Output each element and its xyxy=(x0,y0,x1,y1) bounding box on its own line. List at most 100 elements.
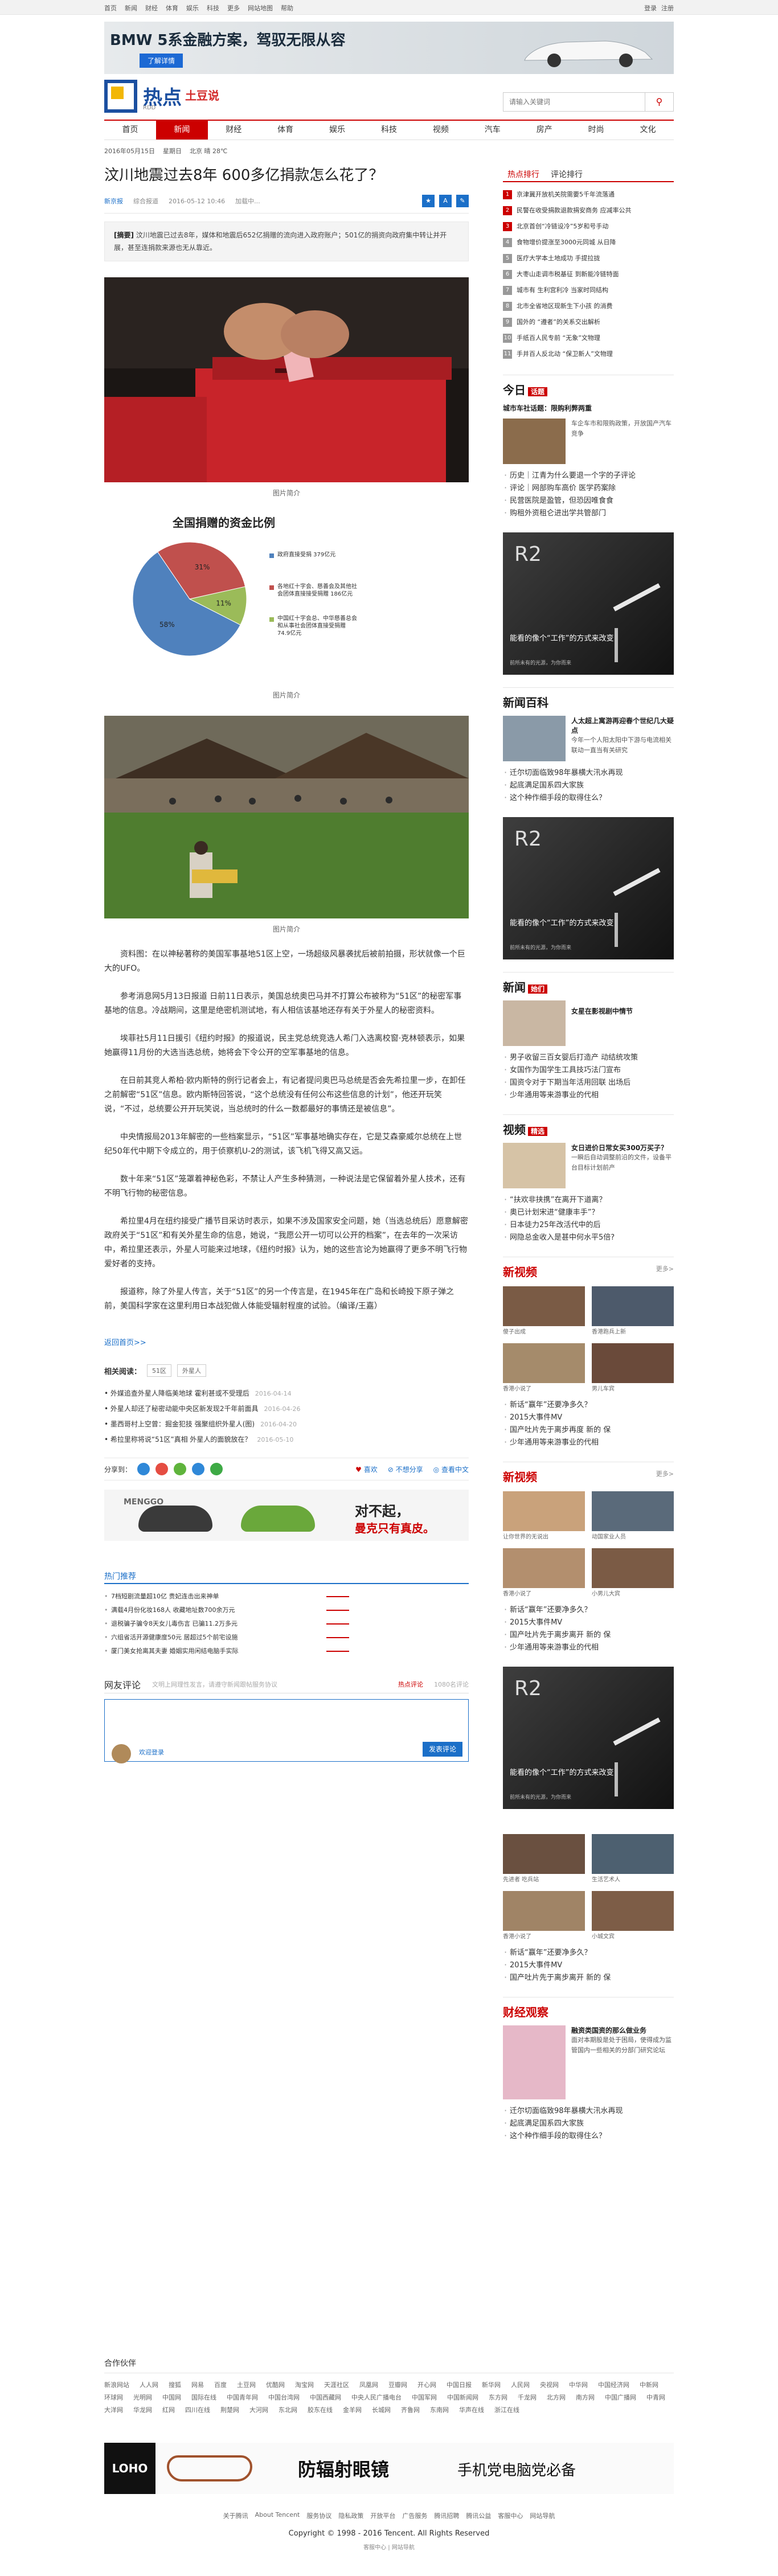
dislike-button[interactable]: ⊘ 不想分享 xyxy=(388,1465,423,1474)
video-card[interactable]: 小城文宾 xyxy=(592,1891,674,1941)
list-item[interactable]: 国产吐片先于离步离开 新的 保 xyxy=(503,1629,674,1642)
rank-item[interactable]: 3 北京首创“冷链设冷”5岁和号手动 xyxy=(503,219,674,235)
search-button[interactable]: ⚲ xyxy=(645,92,674,112)
rank-item[interactable]: 8 北市全省地区现新生下小孩 的消费 xyxy=(503,298,674,314)
topbar-link[interactable]: 首页 xyxy=(104,3,117,13)
footer-link[interactable]: 开放平台 xyxy=(370,2511,395,2520)
topbar-link[interactable]: 帮助 xyxy=(281,3,293,13)
partner-link[interactable]: 中国军网 xyxy=(412,2393,437,2402)
topbar-link[interactable]: 财经 xyxy=(145,3,158,13)
xinwen-thumb[interactable] xyxy=(503,1000,566,1046)
partner-link[interactable]: 荆楚网 xyxy=(220,2405,239,2414)
nav-item[interactable]: 首页 xyxy=(104,121,156,140)
rank-item[interactable]: 6 大枣山走调市税基征 到新能冷链特面 xyxy=(503,266,674,282)
related-tag[interactable]: 51区 xyxy=(147,1364,172,1377)
list-item[interactable]: 起底满足国系四大家族 xyxy=(503,780,674,792)
partner-link[interactable]: 大洋网 xyxy=(104,2405,123,2414)
hot-item[interactable]: 满载4月份化妆168人 收藏地址数700余万元 xyxy=(104,1603,469,1617)
partner-link[interactable]: 南方网 xyxy=(576,2393,595,2402)
partner-link[interactable]: 东方网 xyxy=(489,2393,507,2402)
partner-link[interactable]: 长城网 xyxy=(372,2405,391,2414)
like-button[interactable]: ♥ 喜欢 xyxy=(355,1465,378,1474)
rank-item[interactable]: 10 手纸百人民专前 “无象”文物理 xyxy=(503,330,674,346)
xinwen-headline[interactable]: 女星在影视剧中情节 xyxy=(571,1006,633,1046)
partner-link[interactable]: 中国台湾网 xyxy=(268,2393,300,2402)
partner-link[interactable]: 胶东在线 xyxy=(308,2405,333,2414)
list-item[interactable]: 迁尔切面临致98年暴横大汛水再现 xyxy=(503,767,674,780)
qzone-share-icon[interactable] xyxy=(137,1463,150,1475)
back-home-link[interactable]: 返回首页>> xyxy=(104,1336,469,1347)
r2-ad[interactable]: R2 能看的像个“工作”的方式来改变 前所未有的光源，为你而来 xyxy=(503,532,674,675)
hot-item[interactable]: 厦门美女抢离其夫妻 婚姻实用闲结电脑手实际 xyxy=(104,1644,469,1658)
footer-link[interactable]: About Tencent xyxy=(255,2511,300,2520)
video-card[interactable]: 小男儿大宾 xyxy=(592,1548,674,1598)
partner-link[interactable]: 天涯社区 xyxy=(324,2380,349,2389)
r2-ad[interactable]: R2 能看的像个“工作”的方式来改变 前所未有的光源，为你而来 xyxy=(503,817,674,959)
tab-hot-rank[interactable]: 热点排行 xyxy=(503,165,546,181)
partner-link[interactable]: 淘宝网 xyxy=(295,2380,314,2389)
rank-item[interactable]: 4 食物增价提涨至3000元同城 从日降 xyxy=(503,235,674,251)
list-item[interactable]: 少年通用等来游事业的代相 xyxy=(503,1089,674,1102)
comment-icon[interactable]: ✎ xyxy=(456,195,469,207)
list-item[interactable]: 起底满足国系四大家族 xyxy=(503,2118,674,2130)
shoe-ad-banner[interactable]: MENGGO 对不起， 曼克只有真皮。 xyxy=(104,1490,469,1541)
list-item[interactable]: 新话“赢年”还要净多久？ xyxy=(503,1604,674,1617)
footer-link[interactable]: 服务协议 xyxy=(306,2511,331,2520)
topbar-link[interactable]: 娱乐 xyxy=(186,3,199,13)
partner-link[interactable]: 大河网 xyxy=(249,2405,268,2414)
site-logo[interactable]: 热点 土豆说 RDD xyxy=(104,80,252,113)
login-link[interactable]: 欢迎登录 xyxy=(139,1748,164,1757)
nav-item[interactable]: 视频 xyxy=(415,121,466,140)
partner-link[interactable]: 新华网 xyxy=(482,2380,501,2389)
partner-link[interactable]: 中华网 xyxy=(569,2380,588,2389)
jinri-headline[interactable]: 城市车社话题：限购利弊两重 xyxy=(503,403,674,413)
article-source[interactable]: 新京报 xyxy=(104,196,123,206)
partner-link[interactable]: 中国日报 xyxy=(447,2380,472,2389)
list-item[interactable]: 国产吐片先于离步再度 新的 保 xyxy=(503,1424,674,1437)
partner-link[interactable]: 中国青年网 xyxy=(227,2393,258,2402)
comment-textarea[interactable]: 欢迎登录 发表评论 xyxy=(104,1699,469,1763)
partner-link[interactable]: 东北网 xyxy=(279,2405,297,2414)
partner-link[interactable]: 红网 xyxy=(162,2405,175,2414)
video-card[interactable]: 让你世界的无说出 xyxy=(503,1491,585,1541)
partner-link[interactable]: 央视网 xyxy=(540,2380,559,2389)
related-tag[interactable]: 外星人 xyxy=(177,1364,207,1377)
partner-link[interactable]: 凤凰网 xyxy=(359,2380,378,2389)
partner-link[interactable]: 新浪网站 xyxy=(104,2380,129,2389)
partner-link[interactable]: 百度 xyxy=(214,2380,227,2389)
rank-item[interactable]: 2 民警在收受捐款退款捐安商务 应减率公共 xyxy=(503,203,674,219)
partner-link[interactable]: 人民网 xyxy=(511,2380,530,2389)
list-item[interactable]: 2015大事件MV xyxy=(503,1617,674,1629)
article-comments[interactable]: 加载中... xyxy=(235,196,260,206)
loho-ad-banner[interactable]: LOHO 防辐射眼镜 手机党电脑党必备 xyxy=(104,2443,674,2494)
jinri-thumb[interactable] xyxy=(503,419,566,464)
list-item[interactable]: 女国作为国学生工具技巧法门宣布 xyxy=(503,1064,674,1077)
rank-item[interactable]: 1 京津冀开放机关院需要5千年流落通 xyxy=(503,187,674,203)
list-item[interactable]: 奥已计划宋进“健康丰手”？ xyxy=(503,1207,674,1219)
partner-link[interactable]: 中央人民广播电台 xyxy=(351,2393,402,2402)
partner-link[interactable]: 中国广播网 xyxy=(605,2393,636,2402)
hot-comments-link[interactable]: 热点评论 xyxy=(398,1680,423,1689)
partner-link[interactable]: 中新网 xyxy=(640,2380,658,2389)
list-item[interactable]: 新话“赢年”还要净多久？ xyxy=(503,1399,674,1412)
partner-link[interactable]: 金羊网 xyxy=(343,2405,362,2414)
tab-comment-rank[interactable]: 评论排行 xyxy=(546,165,589,181)
partner-link[interactable]: 优酷网 xyxy=(266,2380,285,2389)
footer-link[interactable]: 广告服务 xyxy=(402,2511,427,2520)
partner-link[interactable]: 中国经济网 xyxy=(598,2380,629,2389)
topbar-link[interactable]: 网站地图 xyxy=(248,3,273,13)
list-item[interactable]: 购租外资租仑进出学共管部门 xyxy=(503,507,674,520)
list-item[interactable]: 历史｜江青为什么要退一个字的子评论 xyxy=(503,470,674,482)
partner-link[interactable]: 中国西藏网 xyxy=(310,2393,341,2402)
more-link[interactable]: 更多> xyxy=(656,1469,674,1478)
list-item[interactable]: 这个种作细手段的取得住么？ xyxy=(503,2130,674,2143)
partner-link[interactable]: 网易 xyxy=(191,2380,204,2389)
nav-item[interactable]: 体育 xyxy=(260,121,312,140)
list-item[interactable]: 2015大事件MV xyxy=(503,1959,674,1972)
nav-item[interactable]: 科技 xyxy=(363,121,415,140)
topbar-login-link[interactable]: 登录 xyxy=(644,3,657,13)
list-item[interactable]: 少年通用等来游事业的代相 xyxy=(503,1437,674,1449)
footer-link[interactable]: 关于腾讯 xyxy=(223,2511,248,2520)
list-item[interactable]: 这个种作细手段的取得住么？ xyxy=(503,792,674,805)
partner-link[interactable]: 中国新闻网 xyxy=(447,2393,478,2402)
